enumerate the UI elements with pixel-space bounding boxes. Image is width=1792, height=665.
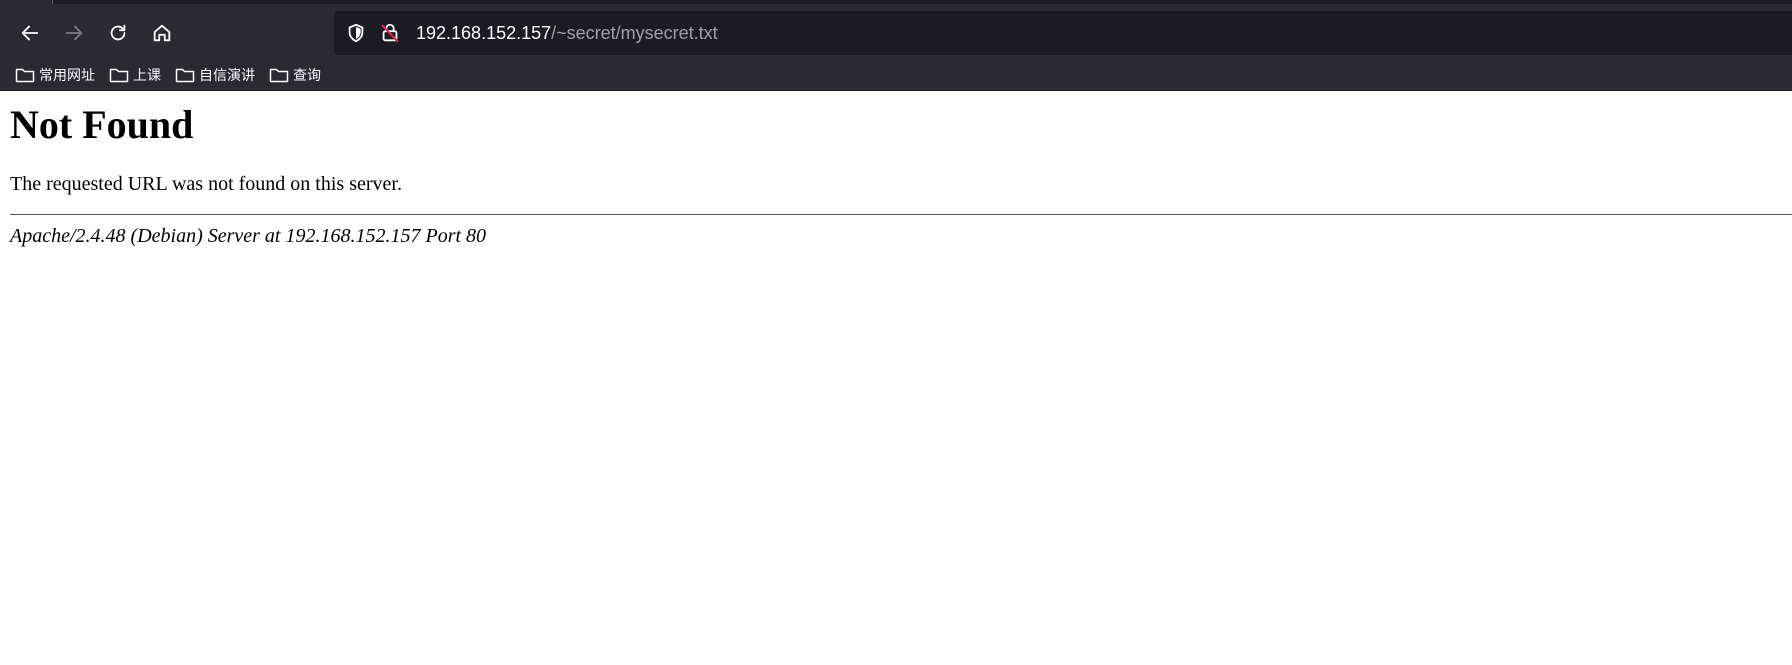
- back-button[interactable]: [8, 13, 52, 53]
- bookmark-label: 查询: [293, 68, 321, 84]
- home-icon: [153, 24, 171, 42]
- forward-button[interactable]: [52, 13, 96, 53]
- server-signature: Apache/2.4.48 (Debian) Server at 192.168…: [10, 225, 487, 247]
- url-path: /~secret/mysecret.txt: [551, 22, 718, 43]
- bookmark-folder-common-sites[interactable]: 常用网址: [15, 65, 95, 85]
- reload-icon: [110, 24, 126, 41]
- bookmarks-toolbar: 常用网址 上课 自信演讲 查询: [0, 60, 1792, 91]
- page-content: Not Found The requested URL was not foun…: [0, 91, 1792, 260]
- home-button[interactable]: [140, 13, 184, 53]
- bookmark-folder-speech[interactable]: 自信演讲: [175, 65, 255, 85]
- url-host: 192.168.152.157: [416, 22, 552, 43]
- divider: [10, 214, 1792, 215]
- bookmark-label: 上课: [133, 68, 161, 84]
- folder-icon: [269, 68, 289, 83]
- error-message: The requested URL was not found on this …: [10, 173, 402, 195]
- bookmark-label: 常用网址: [39, 68, 95, 84]
- page-title: Not Found: [10, 102, 194, 147]
- tracking-shield-icon[interactable]: [342, 19, 370, 47]
- insecure-lock-icon[interactable]: [376, 19, 404, 47]
- reload-button[interactable]: [96, 13, 140, 53]
- arrow-right-icon: [65, 25, 83, 41]
- folder-icon: [175, 68, 195, 83]
- bookmark-folder-query[interactable]: 查询: [269, 65, 321, 85]
- folder-icon: [109, 68, 129, 83]
- folder-icon: [15, 68, 35, 83]
- arrow-left-icon: [21, 25, 39, 41]
- bookmark-folder-class[interactable]: 上课: [109, 65, 161, 85]
- url-text[interactable]: 192.168.152.157/~secret/mysecret.txt: [416, 23, 718, 44]
- bookmark-label: 自信演讲: [199, 68, 255, 84]
- navigation-toolbar: 192.168.152.157/~secret/mysecret.txt: [0, 6, 1792, 60]
- address-bar[interactable]: 192.168.152.157/~secret/mysecret.txt: [334, 11, 1792, 55]
